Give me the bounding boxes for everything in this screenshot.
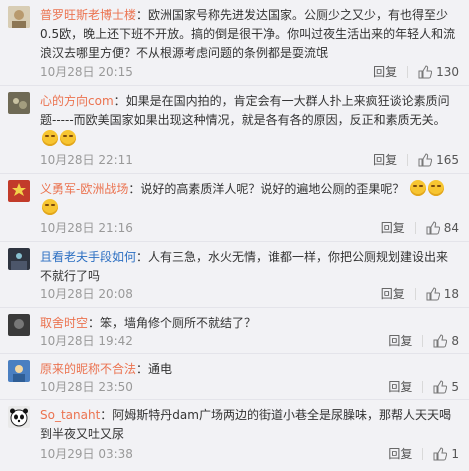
like-count: 5 [451, 380, 459, 394]
avatar[interactable] [8, 406, 30, 428]
emoticon-icon [428, 180, 445, 196]
commenter-name[interactable]: 且看老夫手段如何 [40, 250, 136, 264]
commenter-name[interactable]: 原来的昵称不合法 [40, 362, 136, 376]
commenter-name[interactable]: 心的方向com [40, 94, 114, 108]
divider [407, 154, 409, 166]
comment-meta: 10月28日 20:15 回复 130 [40, 64, 459, 80]
comment-time: 10月28日 21:16 [40, 221, 133, 235]
comment-body: 且看老夫手段如何：人有三急，水火无情，谁都一样，你把公厕规划建设出来不就行了吗 [40, 248, 459, 286]
comment-time: 10月28日 20:08 [40, 287, 133, 301]
comment-body: 普罗旺斯老博士楼：欧洲国家号称先进发达国家。公厕少之又少，有也得至少0.5欧，晚… [40, 6, 459, 63]
comment-meta: 10月28日 23:50 回复 5 [40, 379, 459, 395]
commenter-name[interactable]: 取舍时空 [40, 316, 88, 330]
avatar[interactable] [8, 248, 30, 270]
comment-time: 10月28日 22:11 [40, 153, 133, 167]
comment-body: 义勇军-欧洲战场：说好的高素质洋人呢？说好的遍地公厕的歪果呢？ [40, 180, 459, 218]
comment-text: ：阿姆斯特丹dam广场两边的街道小巷全是尿臊味，那帮人天天喝到半夜又吐又尿 [40, 408, 451, 441]
comment-meta: 10月28日 22:11 回复 165 [40, 152, 459, 168]
comment-text: ：通电 [136, 362, 173, 376]
comment-actions: 回复 165 [373, 152, 459, 168]
comment-meta: 10月28日 21:16 回复 84 [40, 220, 459, 236]
comment-text: ：说好的高素质洋人呢？说好的遍地公厕的歪果呢？ [128, 182, 405, 196]
comment-item: 普罗旺斯老博士楼：欧洲国家号称先进发达国家。公厕少之又少，有也得至少0.5欧，晚… [0, 0, 469, 86]
reply-button[interactable]: 回复 [381, 286, 405, 302]
comment-meta: 10月29日 03:38 回复 1 [40, 446, 459, 462]
thumbs-up-icon[interactable] [433, 334, 448, 348]
divider [422, 335, 424, 347]
like-count: 130 [436, 65, 459, 79]
divider [422, 448, 424, 460]
comment-body: So_tanaht：阿姆斯特丹dam广场两边的街道小巷全是尿臊味，那帮人天天喝到… [40, 406, 459, 444]
comment-time: 10月28日 20:15 [40, 65, 133, 79]
comment-meta: 10月28日 20:08 回复 18 [40, 286, 459, 302]
like-count: 165 [436, 153, 459, 167]
comment-body: 原来的昵称不合法：通电 [40, 360, 459, 379]
thumbs-up-icon[interactable] [433, 380, 448, 394]
like-count: 8 [451, 334, 459, 348]
comment-item: 心的方向com：如果是在国内拍的，肯定会有一大群人扑上来疯狂谈论素质问题----… [0, 86, 469, 174]
reply-button[interactable]: 回复 [388, 333, 412, 349]
like-count: 18 [443, 287, 459, 301]
comment-actions: 回复 18 [381, 286, 459, 302]
thumbs-up-icon[interactable] [418, 65, 433, 79]
reply-button[interactable]: 回复 [388, 379, 412, 395]
avatar[interactable] [8, 180, 30, 202]
emoticon-icon [410, 180, 427, 196]
divider [422, 381, 424, 393]
like-count: 1 [451, 447, 459, 461]
comment-item: 原来的昵称不合法：通电 10月28日 23:50 回复 5 [0, 354, 469, 400]
emoticon-icon [42, 199, 58, 215]
comment-item: 义勇军-欧洲战场：说好的高素质洋人呢？说好的遍地公厕的歪果呢？ 10月28日 2… [0, 174, 469, 242]
commenter-name[interactable]: 义勇军-欧洲战场 [40, 182, 128, 196]
reply-button[interactable]: 回复 [388, 446, 412, 462]
avatar[interactable] [8, 6, 30, 28]
reply-button[interactable]: 回复 [373, 152, 397, 168]
comment-time: 10月28日 23:50 [40, 380, 133, 394]
comment-body: 心的方向com：如果是在国内拍的，肯定会有一大群人扑上来疯狂谈论素质问题----… [40, 92, 459, 149]
divider [407, 66, 409, 78]
avatar[interactable] [8, 314, 30, 336]
comment-actions: 回复 8 [388, 333, 459, 349]
comment-body: 取舍时空：笨，墙角修个厕所不就结了？ [40, 314, 459, 333]
emoticon-icon [42, 130, 58, 146]
thumbs-up-icon[interactable] [418, 153, 433, 167]
commenter-name[interactable]: So_tanaht [40, 408, 100, 422]
avatar[interactable] [8, 360, 30, 382]
thumbs-up-icon[interactable] [433, 447, 448, 461]
comment-item: 取舍时空：笨，墙角修个厕所不就结了？ 10月28日 19:42 回复 8 [0, 308, 469, 354]
reply-button[interactable]: 回复 [381, 220, 405, 236]
divider [414, 288, 416, 300]
comment-item: 且看老夫手段如何：人有三急，水火无情，谁都一样，你把公厕规划建设出来不就行了吗 … [0, 242, 469, 308]
avatar[interactable] [8, 92, 30, 114]
comment-meta: 10月28日 19:42 回复 8 [40, 333, 459, 349]
emoticon-icon [60, 130, 76, 146]
comment-text: ：笨，墙角修个厕所不就结了？ [88, 316, 257, 330]
commenter-name[interactable]: 普罗旺斯老博士楼 [40, 8, 136, 22]
divider [414, 222, 416, 234]
thumbs-up-icon[interactable] [426, 287, 440, 301]
comment-time: 10月28日 19:42 [40, 334, 133, 348]
comment-item: So_tanaht：阿姆斯特丹dam广场两边的街道小巷全是尿臊味，那帮人天天喝到… [0, 400, 469, 471]
comment-actions: 回复 130 [373, 64, 459, 80]
comment-actions: 回复 84 [381, 220, 459, 236]
comment-time: 10月29日 03:38 [40, 447, 133, 461]
like-count: 84 [443, 221, 459, 235]
comment-actions: 回复 5 [388, 379, 459, 395]
comment-actions: 回复 1 [388, 446, 459, 462]
comment-list: 普罗旺斯老博士楼：欧洲国家号称先进发达国家。公厕少之又少，有也得至少0.5欧，晚… [0, 0, 469, 471]
thumbs-up-icon[interactable] [426, 221, 440, 235]
reply-button[interactable]: 回复 [373, 64, 397, 80]
